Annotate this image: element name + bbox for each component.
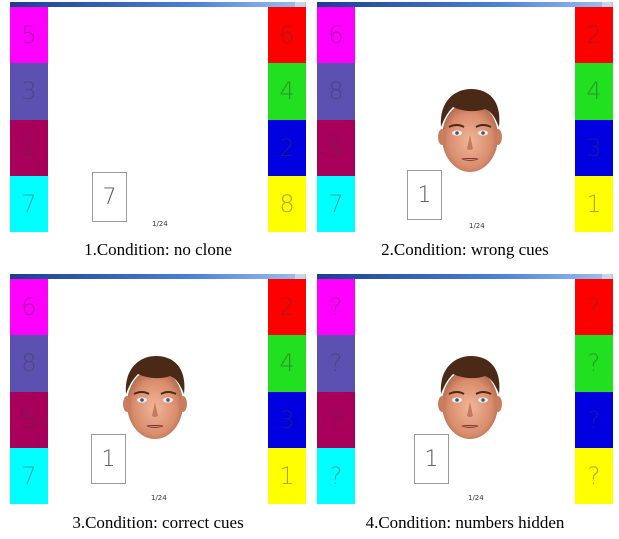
target-number-box: 1 bbox=[91, 434, 126, 484]
face-svg bbox=[438, 89, 502, 172]
right-number-tile[interactable]: 4 bbox=[575, 63, 613, 120]
right-number-tile[interactable]: 2 bbox=[575, 7, 613, 64]
left-number-tile[interactable]: 5 bbox=[10, 7, 48, 64]
left-number-tile[interactable]: ? bbox=[317, 335, 355, 392]
caption-panel-1: 1.Condition: no clone bbox=[84, 240, 232, 259]
left-number-tile[interactable]: 5 bbox=[10, 391, 48, 448]
trial-counter: 1/24 bbox=[151, 494, 167, 502]
trial-counter: 1/24 bbox=[469, 222, 485, 230]
right-number-tile[interactable]: 4 bbox=[268, 63, 306, 120]
right-tile-column: 6428 bbox=[268, 7, 306, 232]
target-number-box: 1 bbox=[414, 434, 449, 484]
left-tile-column: ???? bbox=[317, 279, 355, 504]
left-number-tile[interactable]: 6 bbox=[317, 7, 355, 64]
left-number-tile[interactable]: 5 bbox=[317, 119, 355, 176]
left-tile-column: 6857 bbox=[10, 279, 48, 504]
left-number-tile[interactable]: 8 bbox=[10, 335, 48, 392]
experiment-screen: 68572431 1 1/24 bbox=[10, 279, 306, 504]
caption-panel-3: 3.Condition: correct cues bbox=[72, 513, 244, 532]
right-number-tile[interactable]: 3 bbox=[268, 391, 306, 448]
left-number-tile[interactable]: ? bbox=[317, 391, 355, 448]
left-number-tile[interactable]: 3 bbox=[10, 63, 48, 120]
face-svg bbox=[123, 356, 187, 439]
panel-no-clone: 5 3 1 7 6 4 2 8 7 1/24 bbox=[10, 2, 306, 232]
experiment-screen: 5 3 1 7 6 4 2 8 7 1/24 bbox=[10, 7, 306, 232]
target-number-box: 1 bbox=[407, 170, 442, 220]
left-number-tile[interactable]: ? bbox=[317, 447, 355, 504]
right-number-tile[interactable]: 8 bbox=[268, 175, 306, 232]
avatar-face bbox=[435, 87, 505, 175]
left-number-tile[interactable]: 7 bbox=[317, 175, 355, 232]
panel-numbers-hidden: ???????? 1 1/24 bbox=[317, 274, 613, 504]
right-tile-column: ???? bbox=[575, 279, 613, 504]
right-number-tile[interactable]: ? bbox=[575, 279, 613, 336]
left-number-tile[interactable]: ? bbox=[317, 279, 355, 336]
right-number-tile[interactable]: ? bbox=[575, 391, 613, 448]
right-number-tile[interactable]: 2 bbox=[268, 279, 306, 336]
caption-panel-2: 2.Condition: wrong cues bbox=[381, 240, 549, 259]
panel-correct-cues: 68572431 1 1/24 bbox=[10, 274, 306, 504]
left-number-tile[interactable]: 6 bbox=[10, 279, 48, 336]
right-tile-column: 2431 bbox=[268, 279, 306, 504]
trial-counter: 1/24 bbox=[152, 220, 168, 228]
experiment-screen: ???????? 1 1/24 bbox=[317, 279, 613, 504]
right-number-tile[interactable]: 1 bbox=[268, 447, 306, 504]
right-number-tile[interactable]: 2 bbox=[268, 119, 306, 176]
left-tile-column: 6857 bbox=[317, 7, 355, 232]
left-number-tile[interactable]: 8 bbox=[317, 63, 355, 120]
right-number-tile[interactable]: 1 bbox=[575, 175, 613, 232]
right-number-tile[interactable]: 6 bbox=[268, 7, 306, 64]
right-number-tile[interactable]: ? bbox=[575, 447, 613, 504]
left-tile-column: 5317 bbox=[10, 7, 48, 232]
left-number-tile[interactable]: 1 bbox=[10, 119, 48, 176]
right-number-tile[interactable]: 3 bbox=[575, 119, 613, 176]
experiment-screen: 68572431 1 1/24 bbox=[317, 7, 613, 232]
target-number-box: 7 bbox=[92, 172, 127, 222]
avatar-face bbox=[120, 354, 190, 442]
right-number-tile[interactable]: ? bbox=[575, 335, 613, 392]
right-tile-column: 2431 bbox=[575, 7, 613, 232]
left-number-tile[interactable]: 7 bbox=[10, 175, 48, 232]
caption-panel-4: 4.Condition: numbers hidden bbox=[365, 513, 565, 532]
face-svg bbox=[438, 356, 502, 439]
left-number-tile[interactable]: 7 bbox=[10, 447, 48, 504]
panel-wrong-cues: 68572431 1 1/24 bbox=[317, 2, 613, 232]
right-number-tile[interactable]: 4 bbox=[268, 335, 306, 392]
avatar-face bbox=[435, 354, 505, 442]
trial-counter: 1/24 bbox=[468, 494, 484, 502]
